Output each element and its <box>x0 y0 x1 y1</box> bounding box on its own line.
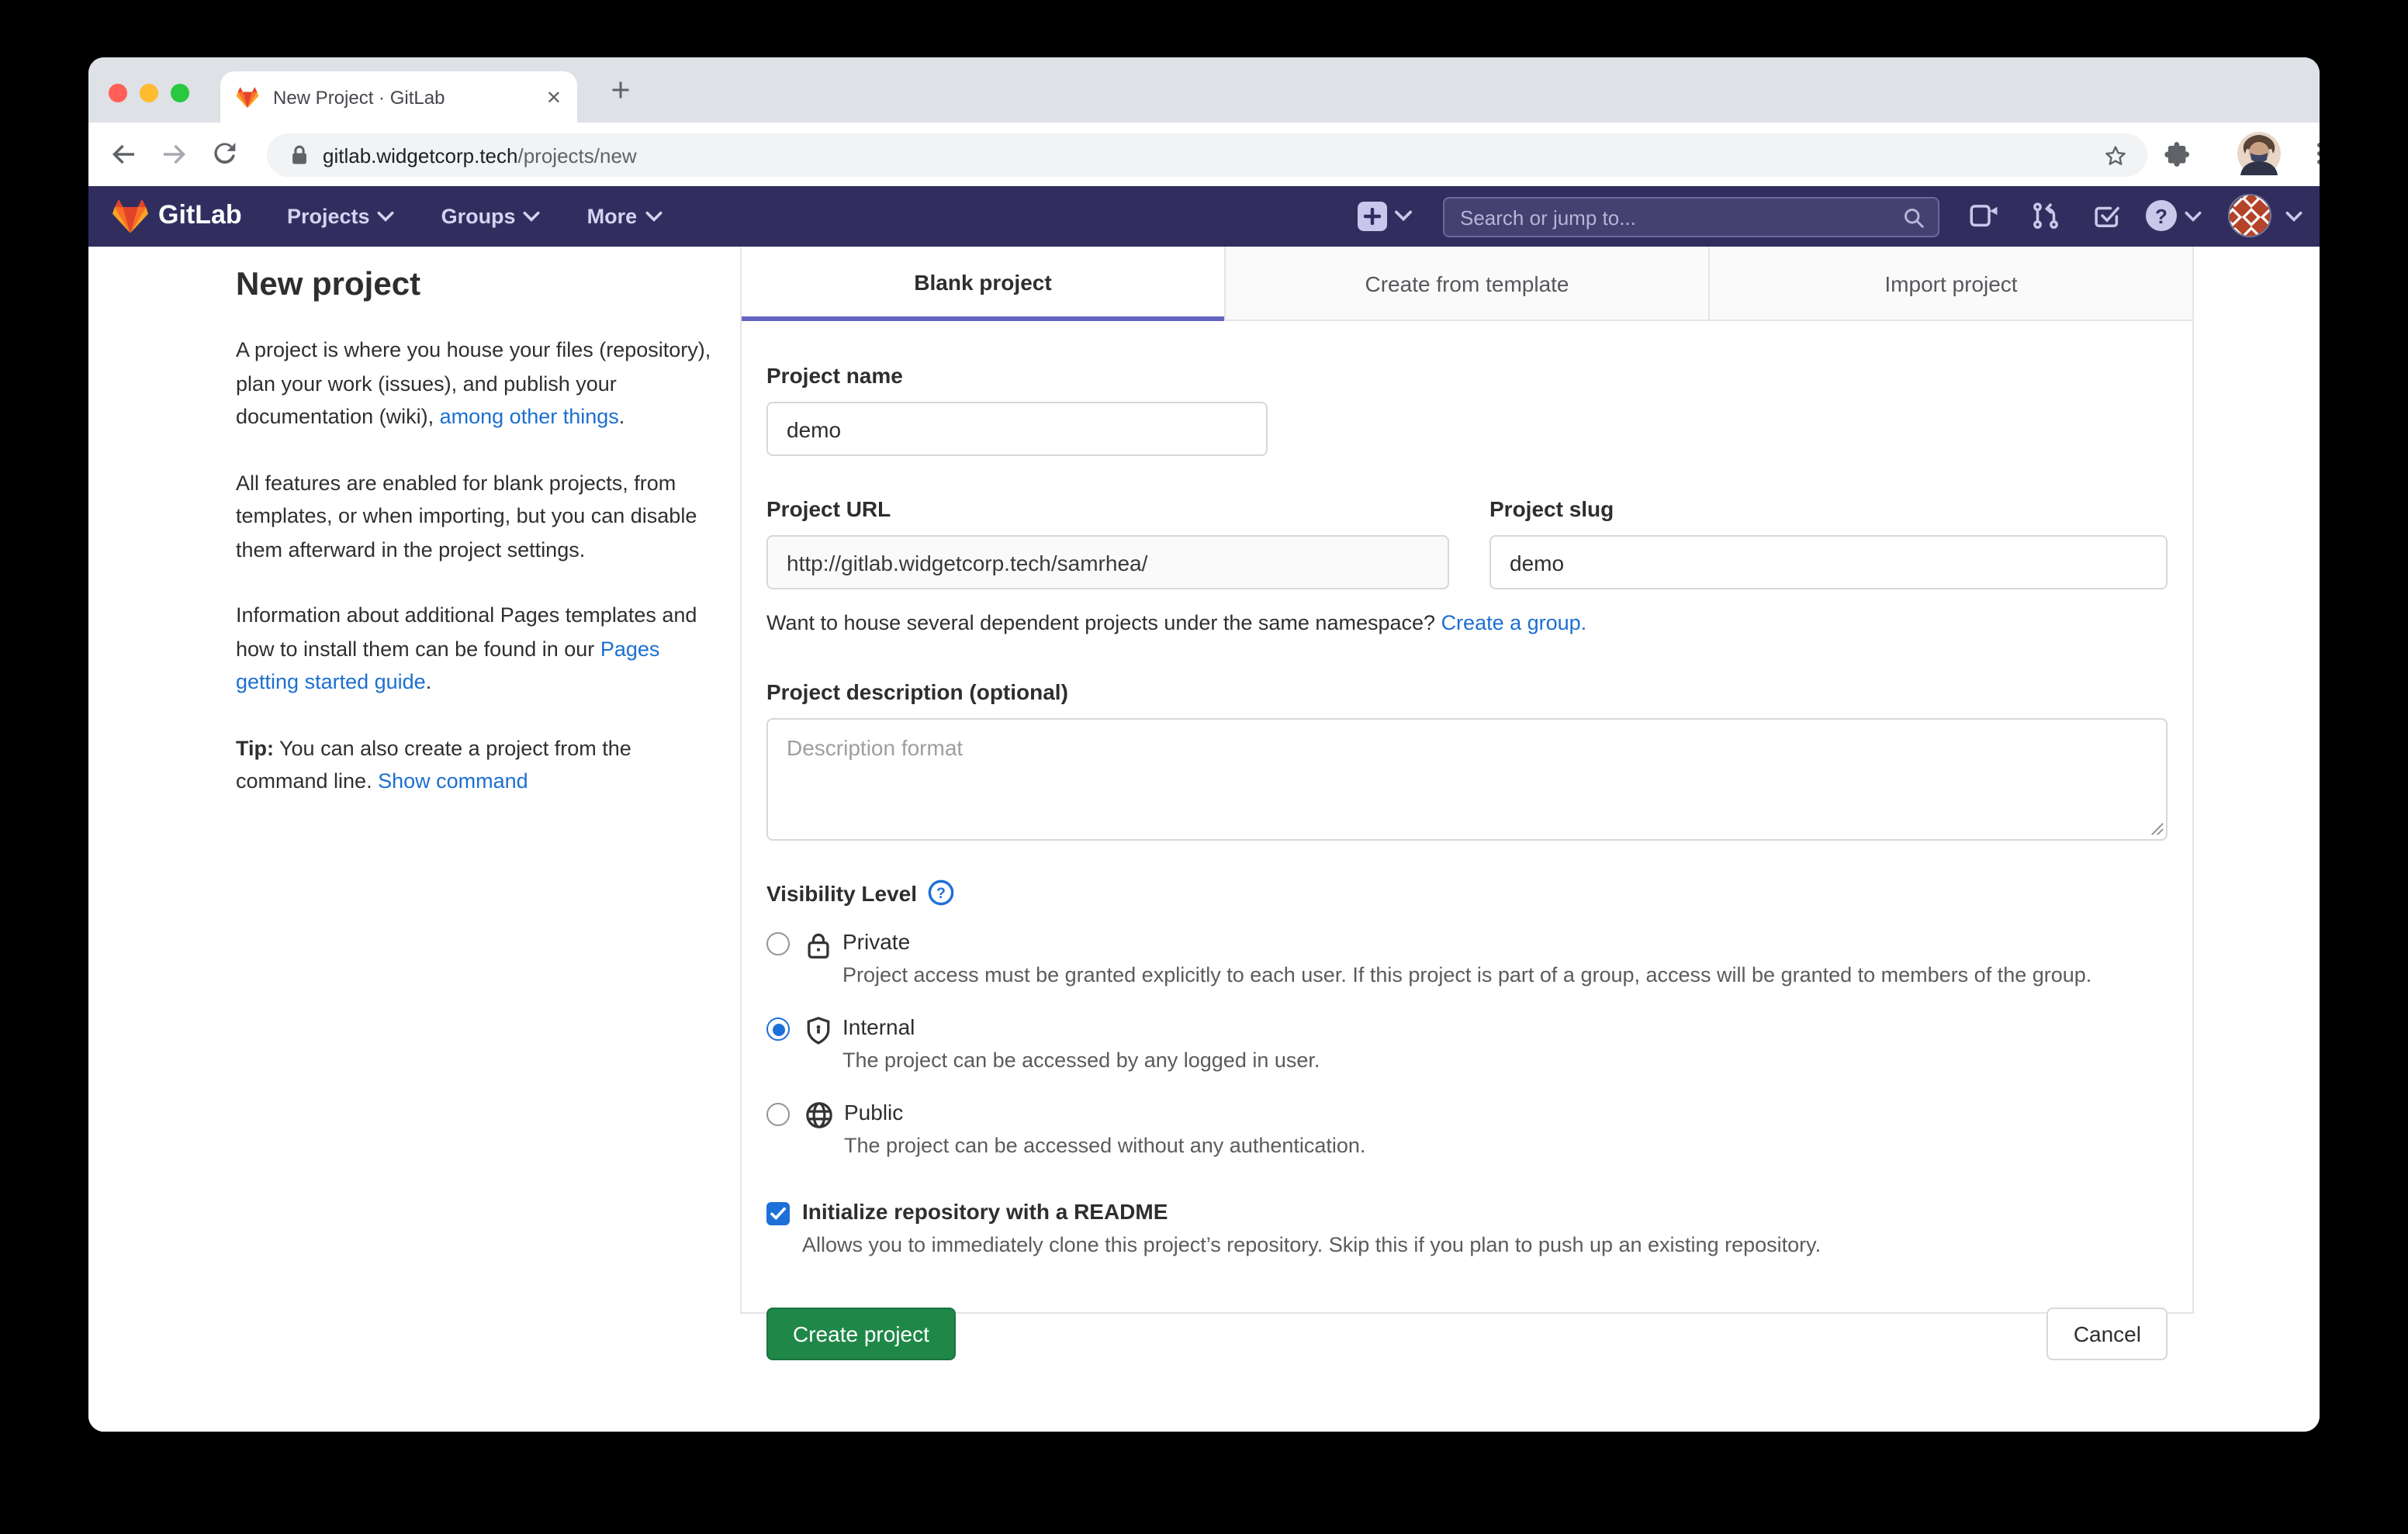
namespace-hint: Want to house several dependent projects… <box>766 611 2168 634</box>
mac-zoom-button[interactable] <box>171 84 189 102</box>
sidebar-paragraph: Information about additional Pages templ… <box>236 599 721 699</box>
issues-icon[interactable] <box>1967 200 2000 233</box>
tab-close-icon[interactable]: ✕ <box>546 88 562 106</box>
url-bar[interactable]: gitlab.widgetcorp.tech/projects/new <box>267 133 2147 177</box>
sidebar: New project A project is where you house… <box>236 247 721 831</box>
tab-title: New Project · GitLab <box>273 86 546 108</box>
lock-icon <box>290 144 309 166</box>
visibility-help-icon[interactable]: ? <box>928 879 954 906</box>
visibility-option-desc: The project can be accessed without any … <box>844 1129 1365 1162</box>
mac-minimize-button[interactable] <box>140 84 158 102</box>
user-avatar[interactable] <box>2228 194 2271 237</box>
url-text: gitlab.widgetcorp.tech/projects/new <box>323 143 637 167</box>
shield-icon <box>805 1016 832 1076</box>
lock-icon <box>805 931 832 991</box>
gitlab-navbar: GitLab Projects Groups More <box>88 186 2320 247</box>
sidebar-paragraph: A project is where you house your files … <box>236 333 721 434</box>
visibility-level-label: Visibility Level <box>766 880 917 905</box>
search-input[interactable]: Search or jump to... <box>1443 197 1939 237</box>
project-slug-input[interactable] <box>1489 535 2168 589</box>
reload-icon[interactable] <box>209 138 242 171</box>
gitlab-wordmark[interactable]: GitLab <box>158 200 242 231</box>
visibility-option-name: Internal <box>842 1014 1320 1039</box>
readme-desc: Allows you to immediately clone this pro… <box>802 1233 1821 1256</box>
visibility-option-public[interactable]: Public The project can be accessed witho… <box>766 1100 2168 1162</box>
search-icon <box>1902 206 1925 229</box>
readme-checkbox[interactable] <box>766 1202 790 1225</box>
svg-text:?: ? <box>936 885 946 902</box>
project-description-label: Project description (optional) <box>766 679 2168 704</box>
visibility-option-name: Private <box>842 929 2091 954</box>
merge-requests-icon[interactable] <box>2029 200 2062 233</box>
bookmark-star-icon[interactable] <box>2102 142 2129 168</box>
mac-close-button[interactable] <box>109 84 127 102</box>
radio-internal[interactable] <box>766 1017 790 1041</box>
project-type-tabs: Blank project Create from template Impor… <box>742 247 2192 321</box>
project-url-label: Project URL <box>766 496 1449 521</box>
nav-groups[interactable]: Groups <box>441 205 541 228</box>
tab-create-from-template[interactable]: Create from template <box>1224 247 1708 321</box>
project-url-input[interactable] <box>766 535 1449 589</box>
readme-label: Initialize repository with a README <box>802 1199 1821 1224</box>
browser-tab[interactable]: New Project · GitLab ✕ <box>220 71 577 123</box>
gitlab-favicon-icon <box>236 86 259 108</box>
tab-blank-project[interactable]: Blank project <box>742 247 1224 321</box>
gitlab-logo-icon[interactable] <box>112 199 149 234</box>
browser-toolbar: gitlab.widgetcorp.tech/projects/new <box>88 123 2320 186</box>
back-icon[interactable] <box>107 138 140 171</box>
readme-option[interactable]: Initialize repository with a README Allo… <box>766 1199 2168 1256</box>
among-other-things-link[interactable]: among other things <box>440 405 619 428</box>
gitlab-menu: Projects Groups More <box>287 186 662 247</box>
project-slug-label: Project slug <box>1489 496 2168 521</box>
user-menu-chevron-icon[interactable] <box>2285 211 2302 222</box>
help-icon[interactable]: ? <box>2146 200 2177 231</box>
project-name-label: Project name <box>766 363 2168 388</box>
browser-window: New Project · GitLab ✕ gitlab.wid <box>88 57 2320 1432</box>
globe-icon <box>805 1101 833 1162</box>
project-description-textarea[interactable] <box>766 718 2168 841</box>
visibility-option-desc: The project can be accessed by any logge… <box>842 1044 1320 1076</box>
help-chevron-icon[interactable] <box>2185 211 2202 222</box>
sidebar-tip: Tip: You can also create a project from … <box>236 731 721 798</box>
tab-import-project[interactable]: Import project <box>1708 247 2192 321</box>
cancel-button[interactable]: Cancel <box>2047 1308 2168 1360</box>
browser-tabstrip: New Project · GitLab ✕ <box>88 57 2320 123</box>
project-name-input[interactable] <box>766 402 1268 456</box>
visibility-option-private[interactable]: Private Project access must be granted e… <box>766 929 2168 991</box>
page-content: New project A project is where you house… <box>88 247 2320 1432</box>
screen: New Project · GitLab ✕ gitlab.wid <box>0 0 2408 1534</box>
page-title: New project <box>236 267 721 304</box>
new-menu-plus-icon[interactable] <box>1358 202 1387 231</box>
show-command-link[interactable]: Show command <box>378 769 528 793</box>
create-group-link[interactable]: Create a group. <box>1441 611 1587 634</box>
sidebar-paragraph: All features are enabled for blank proje… <box>236 466 721 566</box>
todos-icon[interactable] <box>2091 200 2124 233</box>
visibility-option-name: Public <box>844 1100 1365 1125</box>
nav-more[interactable]: More <box>587 205 663 228</box>
visibility-option-desc: Project access must be granted explicitl… <box>842 959 2091 991</box>
radio-private[interactable] <box>766 932 790 955</box>
new-menu-chevron-icon[interactable] <box>1395 209 1412 222</box>
create-project-button[interactable]: Create project <box>766 1308 956 1360</box>
radio-public[interactable] <box>766 1103 790 1126</box>
new-tab-button[interactable] <box>607 76 635 104</box>
project-form: Project name Project URL Project slug Wa… <box>742 363 2192 1360</box>
visibility-option-internal[interactable]: Internal The project can be accessed by … <box>766 1014 2168 1076</box>
new-project-panel: Blank project Create from template Impor… <box>740 247 2194 1314</box>
forward-icon[interactable] <box>158 138 191 171</box>
nav-projects[interactable]: Projects <box>287 205 395 228</box>
resize-grip-icon[interactable] <box>2150 822 2164 836</box>
